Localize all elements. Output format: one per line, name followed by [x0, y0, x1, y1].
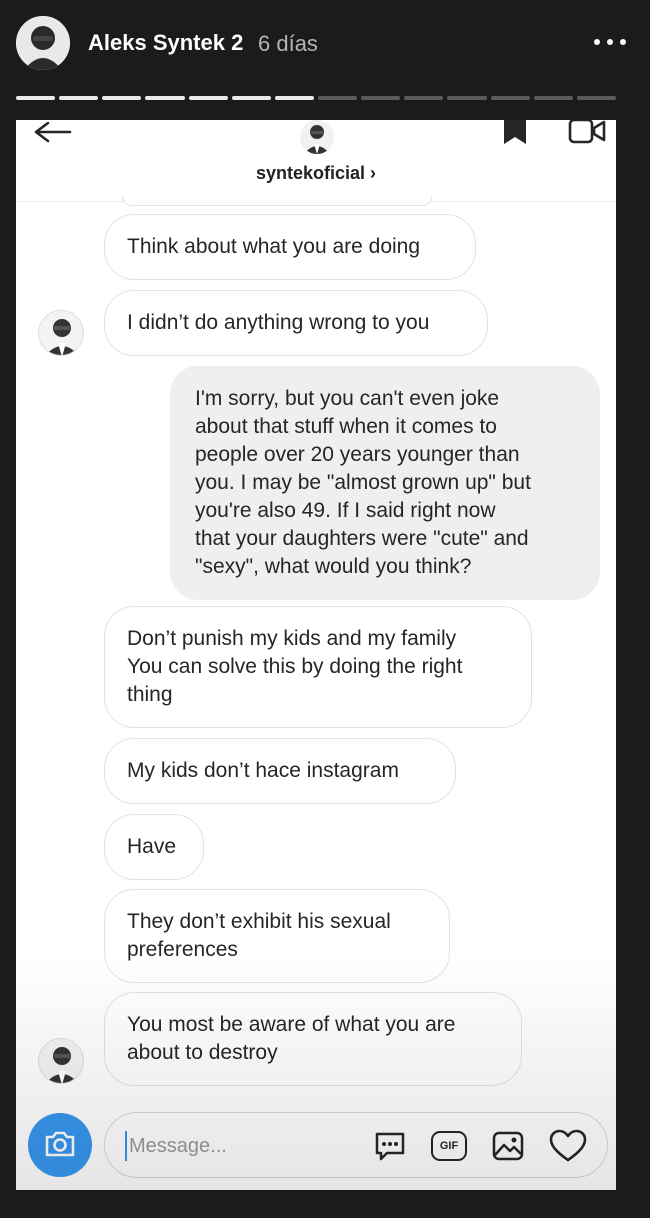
dm-screenshot: syntekoficial › Think about what you are…	[16, 120, 616, 1190]
camera-icon	[45, 1131, 75, 1157]
message-composer: GIF	[104, 1112, 608, 1178]
progress-segment	[361, 96, 401, 100]
chevron-right-icon: ›	[370, 163, 377, 183]
progress-segment	[317, 96, 358, 100]
video-camera-icon[interactable]	[568, 120, 608, 144]
progress-segment	[447, 96, 487, 100]
progress-segment	[188, 96, 228, 100]
progress-segment	[404, 96, 444, 100]
progress-segment	[145, 96, 185, 100]
story-progress-bar	[16, 96, 616, 100]
heart-icon[interactable]	[549, 1129, 587, 1163]
message-bubble-received[interactable]: Don’t punish my kids and my family You c…	[104, 606, 532, 728]
flag-icon[interactable]	[500, 120, 530, 146]
progress-segment	[490, 96, 530, 100]
progress-segment	[59, 96, 99, 100]
progress-segment	[16, 96, 56, 100]
gif-icon[interactable]: GIF	[431, 1131, 467, 1161]
message-bubble-received[interactable]: They don’t exhibit his sexual preference…	[104, 889, 450, 983]
dm-header: syntekoficial ›	[16, 120, 616, 202]
progress-segment	[533, 96, 573, 100]
back-arrow-icon[interactable]	[32, 122, 72, 148]
chat-sticker-icon[interactable]	[373, 1129, 407, 1163]
message-bubble-sent[interactable]: I'm sorry, but you can't even joke about…	[170, 366, 600, 600]
message-bubble-received[interactable]: My kids don’t hace instagram	[104, 738, 456, 804]
message-bubble-received[interactable]: You most be aware of what you are about …	[104, 992, 522, 1086]
camera-button[interactable]	[28, 1113, 92, 1177]
message-bubble-received[interactable]: I didn’t do anything wrong to you	[104, 290, 488, 356]
dm-username: syntekoficial	[255, 163, 366, 183]
progress-segment	[274, 96, 314, 100]
more-options-icon[interactable]	[590, 28, 630, 56]
progress-segment	[231, 96, 271, 100]
sender-avatar[interactable]	[38, 1038, 84, 1084]
message-input[interactable]	[125, 1131, 335, 1161]
progress-segment	[576, 96, 616, 100]
message-bubble-received[interactable]: Think about what you are doing	[104, 214, 476, 280]
story-username[interactable]: Aleks Syntek 2	[88, 30, 243, 56]
story-time: 6 días	[258, 31, 318, 56]
previous-message-edge	[122, 196, 432, 206]
story-avatar[interactable]	[16, 16, 70, 70]
dm-username-link[interactable]: syntekoficial ›	[16, 163, 616, 184]
progress-segment	[102, 96, 142, 100]
story-header: Aleks Syntek 2 6 días	[0, 0, 650, 90]
dm-avatar[interactable]	[300, 120, 334, 154]
sender-avatar[interactable]	[38, 310, 84, 356]
gallery-icon[interactable]	[491, 1129, 525, 1163]
message-bubble-received[interactable]: Have	[104, 814, 204, 880]
